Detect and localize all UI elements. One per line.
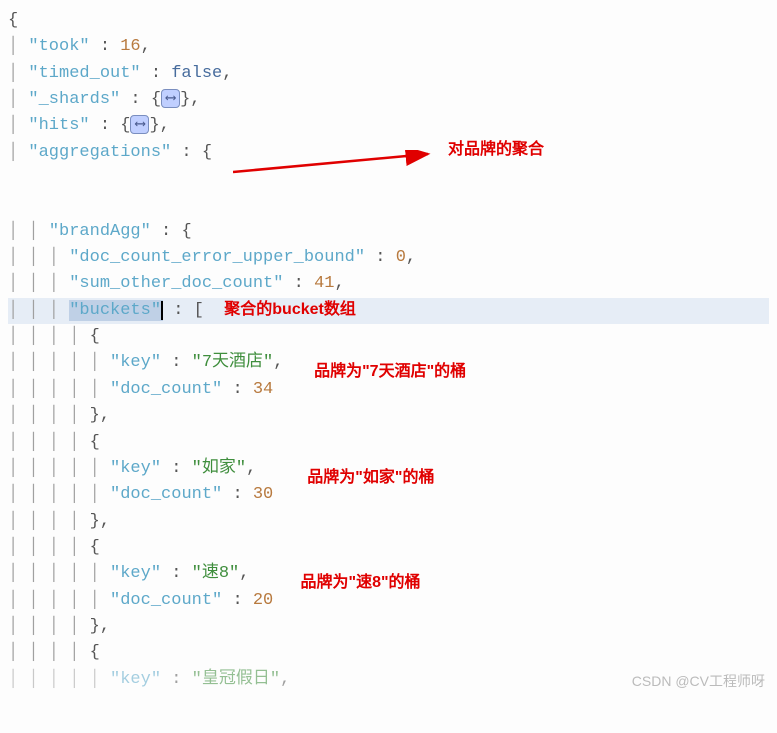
json-key: "timed_out" — [28, 64, 140, 83]
json-string: "皇冠假日" — [192, 670, 280, 689]
code-line: │ │ │ │ │ "key" : "速8", 品牌为"速8"的桶 — [8, 561, 769, 587]
code-line: │ │ "brandAgg" : { — [8, 219, 769, 245]
code-line: │ "took" : 16, — [8, 34, 769, 60]
watermark: CSDN @CV工程师呀 — [632, 671, 765, 693]
json-key: "key" — [110, 459, 161, 478]
json-key: "took" — [28, 37, 89, 56]
json-key: "brandAgg" — [49, 222, 151, 241]
code-line: │ "aggregations" : { 对品牌的聚合 — [8, 140, 769, 219]
code-line: │ │ │ │ }, — [8, 403, 769, 429]
json-number: 20 — [253, 591, 273, 610]
code-line: │ │ │ │ { — [8, 324, 769, 350]
code-line: │ │ │ │ { — [8, 640, 769, 666]
code-line-highlighted: │ │ │ "buckets" : [ 聚合的bucket数组 — [8, 298, 769, 324]
code-block: { │ "took" : 16, │ "timed_out" : false, … — [8, 8, 769, 693]
code-line: │ │ │ "sum_other_doc_count" : 41, — [8, 271, 769, 297]
json-key-selected: "buckets" — [69, 300, 163, 321]
code-line: │ "hits" : {⟷}, — [8, 113, 769, 139]
code-line: │ │ │ │ { — [8, 430, 769, 456]
arrow-icon — [233, 150, 443, 180]
code-line: │ │ │ │ }, — [8, 614, 769, 640]
code-line: │ │ │ │ │ "key" : "如家", 品牌为"如家"的桶 — [8, 456, 769, 482]
json-key: "key" — [110, 353, 161, 372]
json-key: "aggregations" — [28, 143, 171, 162]
code-line: │ │ │ │ │ "doc_count" : 20 — [8, 588, 769, 614]
json-key: "doc_count" — [110, 591, 222, 610]
json-number: 0 — [396, 248, 406, 267]
code-line: │ │ │ │ }, — [8, 509, 769, 535]
json-key: "hits" — [28, 116, 89, 135]
json-string: "速8" — [192, 564, 240, 583]
json-key: "_shards" — [28, 90, 120, 109]
json-key: "key" — [110, 564, 161, 583]
annotation: 聚合的bucket数组 — [224, 301, 356, 318]
json-bool: false — [171, 64, 222, 83]
json-number: 41 — [314, 274, 334, 293]
code-line: │ │ │ │ │ "key" : "7天酒店", 品牌为"7天酒店"的桶 — [8, 350, 769, 376]
json-number: 30 — [253, 485, 273, 504]
code-line: │ │ │ │ │ "doc_count" : 30 — [8, 482, 769, 508]
json-string: "如家" — [192, 459, 246, 478]
code-line: │ │ │ │ { — [8, 535, 769, 561]
fold-icon[interactable]: ⟷ — [130, 115, 149, 134]
json-key: "doc_count_error_upper_bound" — [69, 248, 365, 267]
fold-icon[interactable]: ⟷ — [161, 89, 180, 108]
json-key: "doc_count" — [110, 485, 222, 504]
json-key: "key" — [110, 670, 161, 689]
annotation: 对品牌的聚合 — [448, 138, 544, 163]
json-number: 16 — [120, 37, 140, 56]
code-line: │ │ │ "doc_count_error_upper_bound" : 0, — [8, 245, 769, 271]
code-line: │ │ │ │ │ "doc_count" : 34 — [8, 377, 769, 403]
json-key: "sum_other_doc_count" — [69, 274, 283, 293]
json-string: "7天酒店" — [192, 353, 274, 372]
code-line: │ "_shards" : {⟷}, — [8, 87, 769, 113]
code-line: { — [8, 8, 769, 34]
code-line: │ "timed_out" : false, — [8, 61, 769, 87]
json-number: 34 — [253, 380, 273, 399]
json-key: "doc_count" — [110, 380, 222, 399]
